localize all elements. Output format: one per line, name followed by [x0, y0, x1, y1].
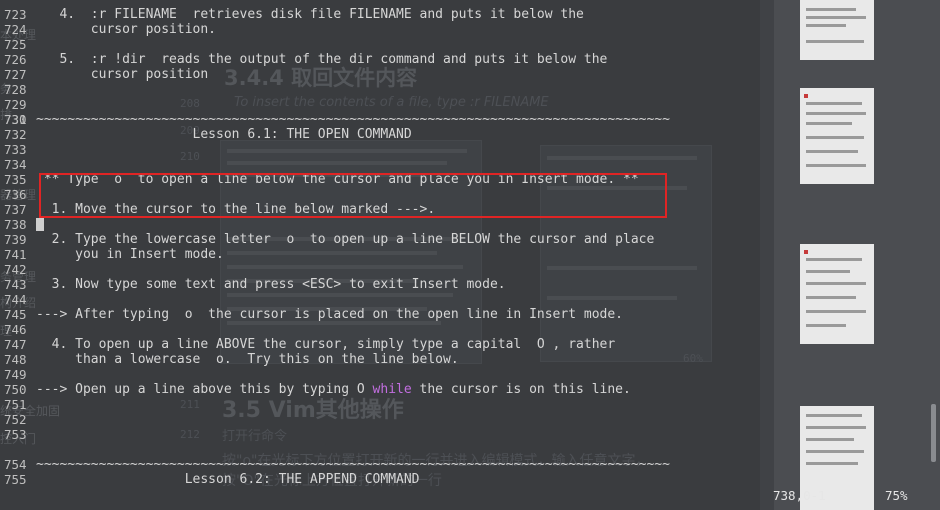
page-thumbnail[interactable] [800, 88, 874, 184]
page-thumbnail[interactable] [800, 0, 874, 60]
line-number: 733 [4, 142, 27, 157]
line-number: 736 [4, 187, 27, 202]
line-number: 752 [4, 412, 27, 427]
line-text: 4. :r FILENAME retrieves disk file FILEN… [36, 7, 584, 22]
editor-line: 751 [0, 397, 760, 412]
line-text: 5. :r !dir reads the output of the dir c… [36, 52, 608, 67]
editor-line: 750 ---> Open up a line above this by typ… [0, 382, 760, 397]
line-text-750: ---> Open up a line above this by typing… [36, 382, 631, 397]
line-text: 2. Type the lowercase letter o to open u… [36, 232, 655, 247]
line-number: 734 [4, 157, 27, 172]
line-number: 735 [4, 172, 27, 187]
editor-line: 745 ---> After typing o the cursor is pla… [0, 307, 760, 322]
editor-line: 724 cursor position. [0, 22, 760, 37]
editor-line: 752 [0, 412, 760, 427]
editor-line: 733 [0, 142, 760, 157]
editor-line: 728 [0, 82, 760, 97]
line-number: 749 [4, 367, 27, 382]
editor-line: 742 [0, 262, 760, 277]
vim-editor[interactable]: 723 4. :r FILENAME retrieves disk file F… [0, 0, 760, 510]
line-number: 737 [4, 202, 27, 217]
line-number: 727 [4, 67, 27, 82]
page-thumbnail[interactable] [800, 244, 874, 344]
line-number: 748 [4, 352, 27, 367]
line-text: you in Insert mode. [36, 247, 224, 262]
line-text: 3. Now type some text and press <ESC> to… [36, 277, 506, 292]
line-text: ---> After typing o the cursor is placed… [36, 307, 623, 322]
line-number: 729 [4, 97, 27, 112]
keyword-highlight: while [372, 382, 412, 397]
line-text: 4. To open up a line ABOVE the cursor, s… [36, 337, 616, 352]
editor-line: 732 Lesson 6.1: THE OPEN COMMAND [0, 127, 760, 142]
line-text: than a lowercase o. Try this on the line… [36, 352, 459, 367]
line-number: 726 [4, 52, 27, 67]
line-number: 724 [4, 22, 27, 37]
panel-divider [760, 0, 774, 510]
line-text: cursor position. [36, 22, 217, 37]
editor-line: 754 ~~~~~~~~~~~~~~~~~~~~~~~~~~~~~~~~~~~~~… [0, 457, 760, 472]
vertical-scrollbar[interactable] [931, 404, 936, 462]
cursor-position-status: 738,0-1 [773, 488, 826, 503]
line-number: 744 [4, 292, 27, 307]
line-number: 750 [4, 382, 27, 397]
line-number: 747 [4, 337, 27, 352]
line-text-part: ---> Open up a line above this by typing… [36, 382, 373, 397]
editor-line: 744 [0, 292, 760, 307]
line-text: ~~~~~~~~~~~~~~~~~~~~~~~~~~~~~~~~~~~~~~~~… [36, 112, 670, 127]
scroll-percent-status: 75% [885, 488, 908, 503]
line-text: Lesson 6.1: THE OPEN COMMAND [36, 127, 412, 142]
line-number: 743 [4, 277, 27, 292]
line-number: 732 [4, 127, 27, 142]
editor-line: 755 Lesson 6.2: THE APPEND COMMAND [0, 472, 760, 487]
line-number: 738 [4, 217, 27, 232]
editor-line: 740 2. Type the lowercase letter o to op… [0, 232, 760, 247]
text-cursor [36, 218, 44, 231]
editor-line: 753 [0, 427, 760, 442]
line-number: 745 [4, 307, 27, 322]
editor-line: 741 you in Insert mode. [0, 247, 760, 262]
editor-line: 734 [0, 157, 760, 172]
editor-line: 748 than a lowercase o. Try this on the … [0, 352, 760, 367]
line-number: 731 [4, 112, 27, 127]
line-number: 751 [4, 397, 27, 412]
line-text: Lesson 6.2: THE APPEND COMMAND [36, 472, 420, 487]
editor-line: 723 4. :r FILENAME retrieves disk file F… [0, 7, 760, 22]
line-number: 741 [4, 247, 27, 262]
line-number: 742 [4, 262, 27, 277]
editor-line: 729 [0, 97, 760, 112]
line-number: 755 [4, 472, 27, 487]
editor-line: 746 [0, 322, 760, 337]
editor-line: 731 ~~~~~~~~~~~~~~~~~~~~~~~~~~~~~~~~~~~~~… [0, 112, 760, 127]
editor-line: 738 [0, 217, 760, 232]
editor-line: 726 5. :r !dir reads the output of the d… [0, 52, 760, 67]
line-number: 725 [4, 37, 27, 52]
line-text-part: the cursor is on this line. [411, 382, 631, 397]
editor-line: 747 4. To open up a line ABOVE the curso… [0, 337, 760, 352]
line-number: 723 [4, 7, 27, 22]
line-text: ~~~~~~~~~~~~~~~~~~~~~~~~~~~~~~~~~~~~~~~~… [36, 457, 670, 472]
annotation-highlight-box [39, 173, 667, 218]
line-text: cursor position [36, 67, 209, 82]
line-number: 753 [4, 427, 27, 442]
editor-line: 727 cursor position [0, 67, 760, 82]
editor-line: 743 3. Now type some text and press <ESC… [0, 277, 760, 292]
editor-line: 725 [0, 37, 760, 52]
editor-line: 749 [0, 367, 760, 382]
line-number: 754 [4, 457, 27, 472]
line-number: 746 [4, 322, 27, 337]
line-number: 728 [4, 82, 27, 97]
